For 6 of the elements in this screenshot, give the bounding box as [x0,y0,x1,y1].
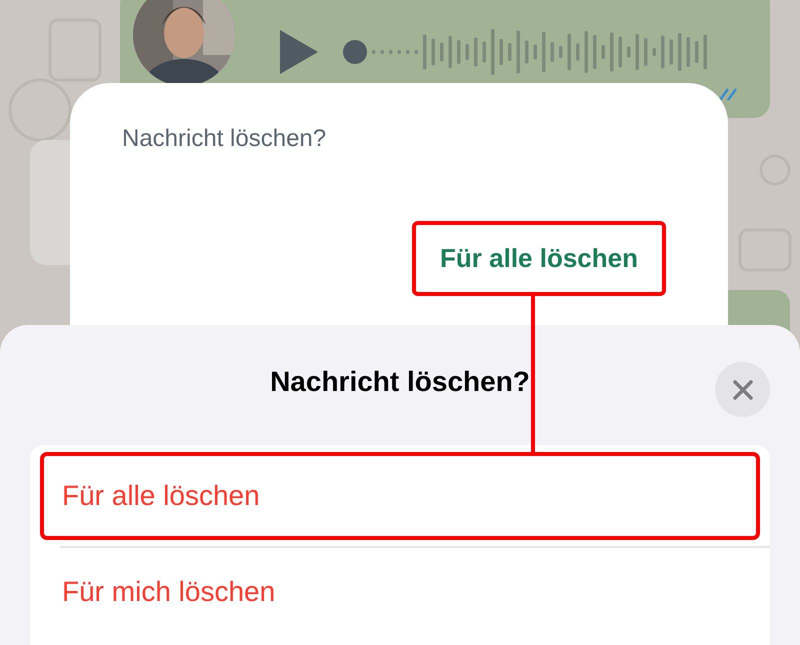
sheet-title: Nachricht löschen? [270,366,530,398]
delete-for-all-button[interactable]: Für alle löschen [412,221,666,296]
play-icon[interactable] [280,30,318,74]
delete-option[interactable]: Für alle löschen [40,452,760,540]
close-icon [732,378,754,400]
dialog-title: Nachricht löschen? [122,125,328,153]
